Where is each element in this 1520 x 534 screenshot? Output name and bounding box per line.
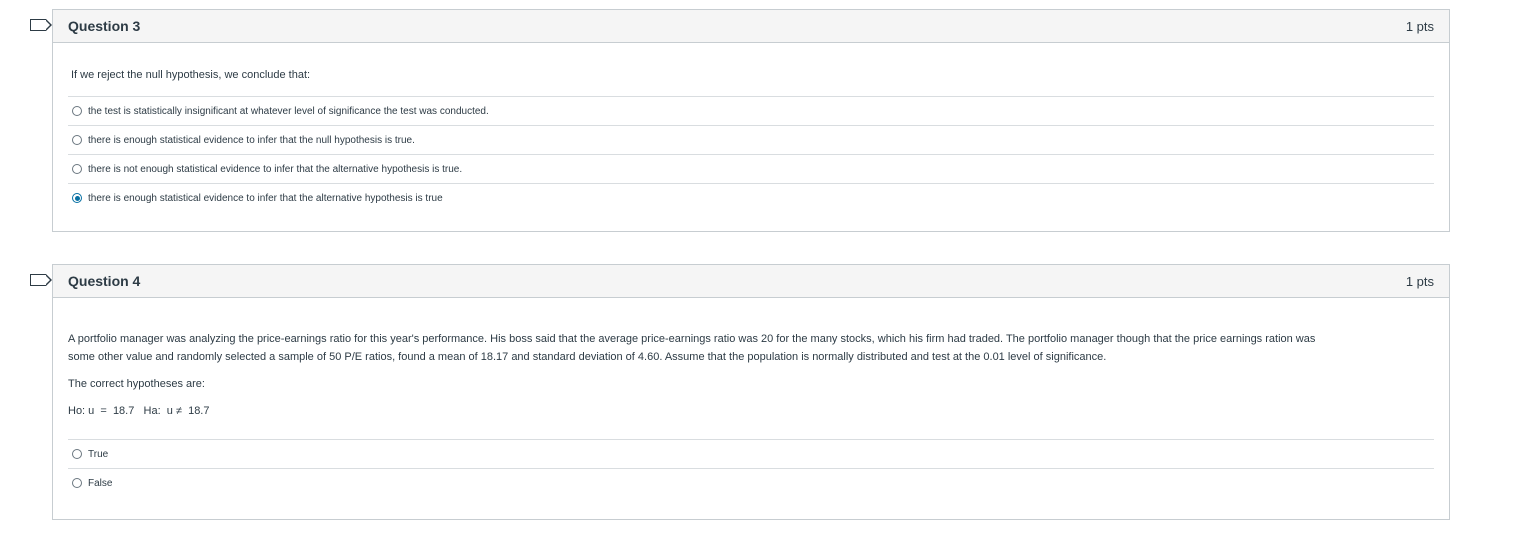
answer-label: True (88, 448, 109, 460)
answer-option[interactable]: there is not enough statistical evidence… (68, 154, 1434, 183)
question-prompt-line: some other value and randomly selected a… (68, 351, 1107, 363)
answer-label: the test is statistically insignificant … (88, 105, 489, 117)
question-body: A portfolio manager was analyzing the pr… (53, 330, 1449, 497)
question-prompt-line: A portfolio manager was analyzing the pr… (68, 333, 1316, 345)
answer-option[interactable]: there is enough statistical evidence to … (68, 183, 1434, 212)
answer-list: True False (68, 439, 1434, 497)
answer-list: the test is statistically insignificant … (68, 96, 1434, 212)
question-points: 1 pts (1405, 18, 1434, 34)
question-title: Question 3 (68, 18, 141, 34)
question-body: If we reject the null hypothesis, we con… (53, 69, 1449, 212)
hypotheses-text: Ho: u = 18.7 Ha: u ≠ 18.7 (68, 405, 210, 417)
question-header: Question 3 1 pts (53, 10, 1449, 43)
radio-button[interactable] (72, 164, 82, 174)
answer-option[interactable]: False (68, 468, 1434, 497)
question-prompt-sub: The correct hypotheses are: (68, 378, 205, 390)
question-prompt: If we reject the null hypothesis, we con… (71, 69, 311, 81)
answer-label: there is enough statistical evidence to … (88, 134, 415, 146)
question-header: Question 4 1 pts (53, 265, 1449, 298)
radio-button-selected[interactable] (72, 193, 82, 203)
radio-button[interactable] (72, 135, 82, 145)
radio-button[interactable] (72, 106, 82, 116)
answer-label: there is not enough statistical evidence… (88, 163, 463, 175)
answer-label: there is enough statistical evidence to … (88, 192, 443, 204)
radio-button[interactable] (72, 478, 82, 488)
question-prompt: A portfolio manager was analyzing the pr… (68, 330, 1434, 420)
question-3-card: Question 3 1 pts If we reject the null h… (52, 9, 1450, 232)
answer-option[interactable]: there is enough statistical evidence to … (68, 125, 1434, 154)
flag-question-icon[interactable] (30, 18, 52, 31)
question-4-card: Question 4 1 pts A portfolio manager was… (52, 264, 1450, 520)
question-title: Question 4 (68, 273, 141, 289)
radio-button[interactable] (72, 449, 82, 459)
answer-option[interactable]: the test is statistically insignificant … (68, 96, 1434, 125)
answer-option[interactable]: True (68, 439, 1434, 468)
answer-label: False (88, 477, 113, 489)
flag-question-icon[interactable] (30, 273, 52, 286)
question-points: 1 pts (1405, 273, 1434, 289)
